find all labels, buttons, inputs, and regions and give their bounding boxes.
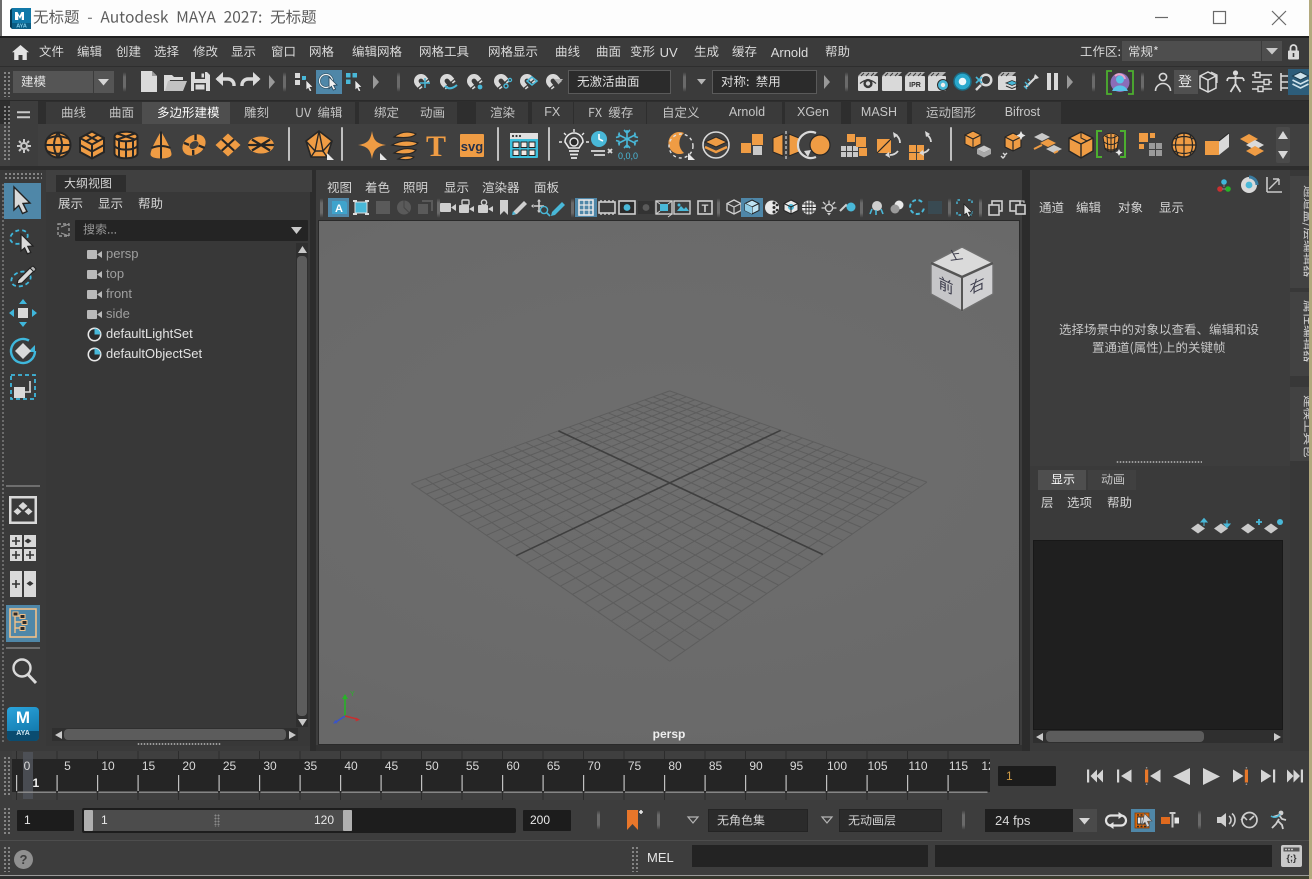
svg-text:80: 80: [668, 759, 682, 773]
svg-text:30: 30: [263, 759, 277, 773]
svg-text:A: A: [335, 203, 343, 215]
svg-text:T: T: [702, 203, 709, 215]
svg-text:12: 12: [981, 759, 990, 773]
svg-text:Y: Y: [350, 691, 355, 698]
svg-text:45: 45: [385, 759, 399, 773]
svg-text:100: 100: [827, 759, 847, 773]
svg-text:60: 60: [506, 759, 520, 773]
svg-text:85: 85: [709, 759, 723, 773]
svg-text:35: 35: [304, 759, 318, 773]
svg-text:55: 55: [466, 759, 480, 773]
svg-text:70: 70: [587, 759, 601, 773]
svg-text:5: 5: [64, 759, 71, 773]
svg-text:65: 65: [547, 759, 561, 773]
svg-text:75: 75: [628, 759, 642, 773]
svg-text:25: 25: [223, 759, 237, 773]
svg-text:20: 20: [182, 759, 196, 773]
svg-text:IPR: IPR: [909, 82, 921, 89]
svg-text:95: 95: [790, 759, 804, 773]
svg-text:svg: svg: [461, 139, 483, 154]
svg-text:10: 10: [101, 759, 115, 773]
svg-text:110: 110: [908, 759, 927, 773]
svg-text:0: 0: [24, 759, 31, 773]
svg-text:1: 1: [33, 776, 40, 790]
svg-text:AYA: AYA: [16, 24, 27, 30]
svg-text:105: 105: [867, 759, 887, 773]
svg-text:115: 115: [949, 759, 968, 773]
svg-text:T: T: [426, 130, 446, 163]
svg-text:{;}: {;}: [1286, 853, 1296, 863]
svg-text:40: 40: [344, 759, 358, 773]
svg-text:15: 15: [142, 759, 156, 773]
svg-text:50: 50: [425, 759, 439, 773]
svg-text:90: 90: [749, 759, 763, 773]
svg-text:0,0,0: 0,0,0: [618, 151, 638, 161]
